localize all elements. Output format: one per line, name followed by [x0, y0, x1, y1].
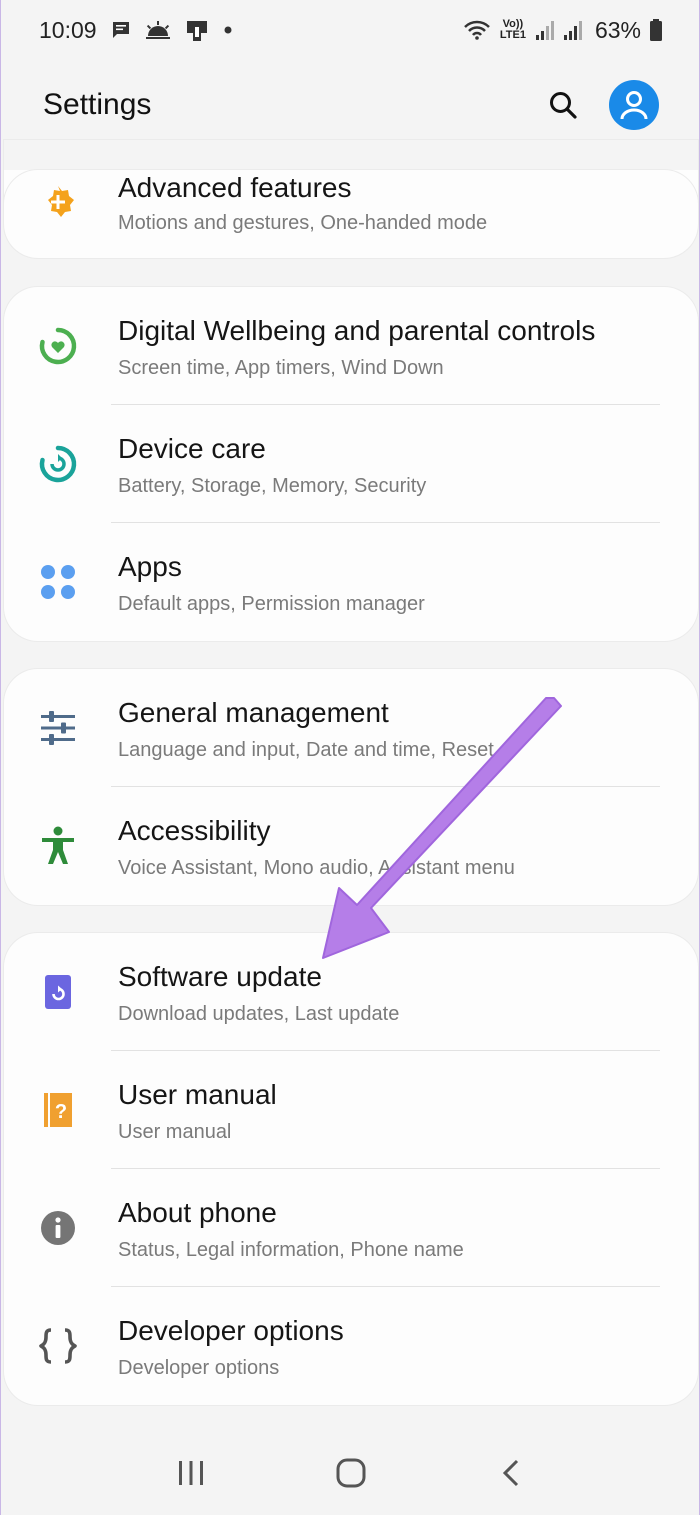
item-subtitle: Developer options	[118, 1357, 280, 1379]
battery-percent: 63%	[594, 16, 641, 43]
battery-icon	[649, 18, 663, 42]
app-header: Settings	[1, 70, 700, 140]
settings-item-device-care[interactable]: Device care Battery, Storage, Memory, Se…	[4, 405, 698, 523]
status-right: Vo)) LTE1 63%	[463, 17, 663, 44]
account-button[interactable]	[609, 80, 659, 130]
item-title: Developer options	[118, 1315, 344, 1346]
about-phone-icon	[38, 1208, 78, 1248]
navigation-bar	[1, 1430, 700, 1515]
phone-notification-icon	[185, 19, 209, 41]
signal-strength-icon-2	[563, 19, 583, 41]
item-subtitle: Status, Legal information, Phone name	[118, 1239, 464, 1261]
item-subtitle: Battery, Storage, Memory, Security	[118, 475, 427, 497]
status-left: 10:09	[39, 17, 233, 44]
item-subtitle: Download updates, Last update	[118, 1003, 400, 1025]
wifi-icon	[463, 19, 491, 41]
item-title: Device care	[118, 433, 266, 464]
weather-notification-icon	[145, 20, 171, 40]
home-icon	[336, 1458, 366, 1487]
advanced-features-icon	[38, 182, 78, 222]
page-title: Settings	[43, 88, 152, 121]
accessibility-icon	[38, 826, 78, 866]
apps-icon	[38, 562, 78, 602]
item-title: Apps	[118, 551, 182, 582]
settings-item-apps[interactable]: Apps Default apps, Permission manager	[4, 523, 698, 641]
item-title: About phone	[118, 1197, 277, 1228]
item-subtitle: Language and input, Date and time, Reset	[118, 739, 494, 761]
settings-item-general-management[interactable]: General management Language and input, D…	[4, 669, 698, 787]
recent-apps-button[interactable]	[161, 1443, 221, 1503]
message-notification-icon	[111, 20, 131, 40]
recent-apps-icon	[179, 1460, 203, 1485]
settings-item-user-manual[interactable]: ? User manual User manual	[4, 1051, 698, 1169]
item-subtitle: Screen time, App timers, Wind Down	[118, 357, 444, 379]
settings-item-software-update[interactable]: Software update Download updates, Last u…	[4, 933, 698, 1051]
settings-item-advanced-features[interactable]: Advanced features Motions and gestures, …	[4, 140, 698, 258]
item-subtitle: Voice Assistant, Mono audio, Assistant m…	[118, 857, 515, 879]
search-icon	[550, 92, 577, 119]
item-subtitle: User manual	[118, 1121, 232, 1143]
settings-item-developer-options[interactable]: Developer options Developer options	[4, 1287, 698, 1405]
settings-card-wellbeing: Digital Wellbeing and parental controls …	[4, 287, 698, 641]
back-icon	[502, 1459, 519, 1486]
item-subtitle: Default apps, Permission manager	[118, 593, 425, 615]
item-title: User manual	[118, 1079, 277, 1110]
device-care-icon	[38, 444, 78, 484]
search-button[interactable]	[543, 85, 583, 125]
settings-item-digital-wellbeing[interactable]: Digital Wellbeing and parental controls …	[4, 287, 698, 405]
user-manual-icon: ?	[38, 1090, 78, 1130]
item-title: Digital Wellbeing and parental controls	[118, 315, 596, 346]
developer-options-icon	[38, 1326, 78, 1366]
status-time: 10:09	[39, 16, 97, 43]
item-title: Advanced features	[118, 172, 352, 203]
back-button[interactable]	[481, 1443, 541, 1503]
more-notifications-dot-icon	[223, 25, 233, 35]
settings-item-accessibility[interactable]: Accessibility Voice Assistant, Mono audi…	[4, 787, 698, 905]
item-title: Software update	[118, 961, 322, 992]
volte-label: Vo)) LTE1	[499, 18, 526, 41]
item-subtitle: Motions and gestures, One-handed mode	[118, 212, 488, 234]
avatar-icon	[620, 91, 648, 120]
item-title: Accessibility	[118, 815, 271, 846]
digital-wellbeing-icon	[38, 326, 78, 366]
home-button[interactable]	[321, 1443, 381, 1503]
settings-card-advanced: Advanced features Motions and gestures, …	[4, 140, 698, 258]
item-title: General management	[118, 697, 389, 728]
general-management-icon	[38, 708, 78, 748]
settings-card-general: General management Language and input, D…	[4, 669, 698, 905]
software-update-icon	[38, 972, 78, 1012]
svg-text:?: ?	[55, 1101, 67, 1123]
settings-item-about-phone[interactable]: About phone Status, Legal information, P…	[4, 1169, 698, 1287]
header-actions	[543, 80, 659, 130]
settings-card-system: Software update Download updates, Last u…	[4, 933, 698, 1405]
status-bar: 10:09 Vo)) LTE1 63%	[1, 0, 700, 60]
signal-strength-icon-1	[535, 19, 555, 41]
